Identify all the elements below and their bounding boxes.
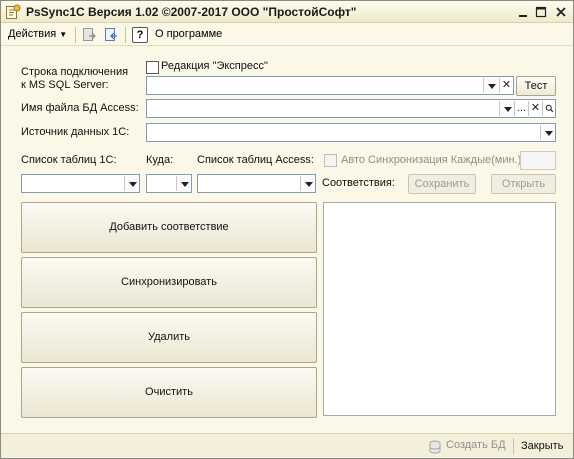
access-file-clear-icon[interactable]: ✕ bbox=[528, 101, 542, 116]
title-bar: PsSync1C Версия 1.02 ©2007-2017 ООО "Про… bbox=[1, 1, 573, 23]
clear-button[interactable]: Очистить bbox=[21, 367, 317, 418]
help-icon[interactable]: ? bbox=[132, 27, 148, 43]
access-tables-select[interactable] bbox=[197, 174, 316, 193]
auto-sync-checkbox[interactable] bbox=[324, 154, 337, 167]
minimize-icon[interactable] bbox=[516, 5, 530, 19]
bottom-divider bbox=[513, 438, 514, 455]
close-icon[interactable] bbox=[554, 5, 568, 19]
delete-button[interactable]: Удалить bbox=[21, 312, 317, 363]
where-label: Куда: bbox=[146, 154, 174, 166]
tables1c-label: Список таблиц 1С: bbox=[21, 154, 117, 166]
source-field[interactable] bbox=[146, 123, 556, 142]
tables1c-dropdown-icon[interactable] bbox=[124, 176, 139, 191]
toolbar: Действия ▼ ? О программе bbox=[1, 24, 573, 46]
conn-label-line2: к MS SQL Server: bbox=[21, 79, 109, 91]
matches-label: Соответствия: bbox=[322, 177, 395, 189]
about-menu[interactable]: О программе bbox=[155, 28, 222, 40]
chevron-down-icon: ▼ bbox=[59, 30, 68, 39]
app-icon bbox=[6, 4, 21, 19]
search-icon[interactable] bbox=[542, 101, 556, 116]
express-checkbox[interactable] bbox=[146, 61, 159, 74]
database-icon bbox=[429, 440, 441, 454]
synchronize-button[interactable]: Синхронизировать bbox=[21, 257, 317, 308]
export-icon[interactable] bbox=[81, 27, 97, 43]
access-tables-label: Список таблиц Access: bbox=[197, 154, 314, 166]
conn-clear-icon[interactable]: ✕ bbox=[499, 78, 513, 93]
actions-menu[interactable]: Действия ▼ bbox=[8, 28, 67, 40]
conn-string-field[interactable]: ✕ bbox=[146, 76, 514, 95]
source-label: Источник данных 1С: bbox=[21, 126, 130, 138]
access-file-label: Имя файла БД Access: bbox=[21, 102, 139, 114]
close-button[interactable]: Закрыть bbox=[521, 440, 563, 452]
access-tables-dropdown-icon[interactable] bbox=[300, 176, 315, 191]
conn-label-line1: Строка подключения bbox=[21, 66, 129, 78]
actions-menu-label: Действия bbox=[8, 28, 57, 40]
access-file-dropdown-icon[interactable] bbox=[499, 101, 514, 116]
access-file-field[interactable]: ... ✕ bbox=[146, 99, 556, 118]
tables1c-select[interactable] bbox=[21, 174, 140, 193]
auto-sync-label: Авто Синхронизация Каждые(мин.) bbox=[341, 154, 522, 166]
maximize-icon[interactable] bbox=[534, 5, 548, 19]
express-label: Редакция "Экспресс" bbox=[161, 60, 268, 72]
open-button[interactable]: Открыть bbox=[491, 174, 556, 194]
import-icon[interactable] bbox=[103, 27, 119, 43]
test-button[interactable]: Тест bbox=[516, 76, 556, 96]
save-button[interactable]: Сохранить bbox=[408, 174, 476, 194]
source-dropdown-icon[interactable] bbox=[540, 125, 555, 140]
create-db-button[interactable]: Создать БД bbox=[446, 439, 506, 451]
window-title: PsSync1C Версия 1.02 ©2007-2017 ООО "Про… bbox=[26, 5, 357, 19]
auto-sync-minutes-field[interactable] bbox=[520, 151, 556, 170]
add-match-button[interactable]: Добавить соответствие bbox=[21, 202, 317, 253]
toolbar-divider bbox=[75, 27, 76, 43]
conn-dropdown-icon[interactable] bbox=[483, 78, 498, 93]
matches-list[interactable] bbox=[323, 202, 556, 416]
toolbar-divider bbox=[125, 27, 126, 43]
where-dropdown-icon[interactable] bbox=[176, 176, 191, 191]
main-window: PsSync1C Версия 1.02 ©2007-2017 ООО "Про… bbox=[0, 0, 574, 459]
where-select[interactable] bbox=[146, 174, 192, 193]
bottom-bar: Создать БД Закрыть bbox=[1, 433, 573, 458]
browse-icon[interactable]: ... bbox=[514, 101, 528, 116]
